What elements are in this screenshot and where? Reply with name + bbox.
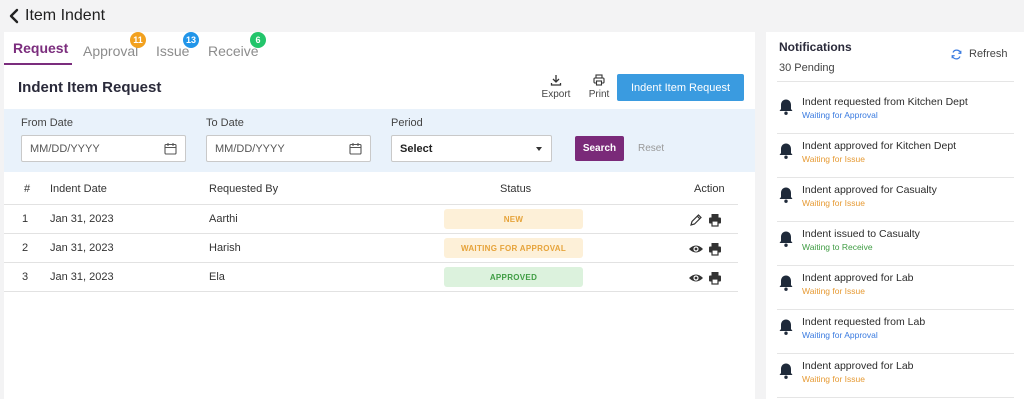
col-status: Status (500, 183, 532, 195)
indent-item-request-button[interactable]: Indent Item Request (617, 74, 744, 101)
notification-item[interactable]: Indent approved for Lab Waiting for Issu… (777, 266, 1014, 310)
print-icon[interactable] (708, 213, 722, 227)
period-value: Select (400, 142, 433, 155)
notification-item[interactable]: Indent approved for Casualty Waiting for… (777, 178, 1014, 222)
notifications-panel: Notifications 30 Pending Refresh Indent … (766, 32, 1024, 399)
refresh-icon (951, 49, 962, 59)
top-bar: Item Indent (0, 0, 1024, 32)
to-date-placeholder: MM/DD/YYYY (215, 142, 285, 155)
status-badge: NEW (444, 209, 583, 229)
notification-status: Waiting for Approval (802, 110, 878, 120)
bell-icon (779, 187, 793, 203)
receive-count-badge: 6 (250, 32, 266, 48)
row-number: 3 (22, 271, 29, 283)
row-indent-date: Jan 31, 2023 (50, 271, 114, 283)
tab-receive[interactable]: Receive (208, 43, 259, 59)
bell-icon (779, 363, 793, 379)
pending-count: 30 Pending (779, 62, 835, 74)
refresh-button[interactable]: Refresh (951, 48, 1008, 60)
from-date-input[interactable]: MM/DD/YYYY (21, 135, 186, 162)
calendar-icon[interactable] (164, 142, 177, 155)
edit-icon[interactable] (689, 213, 703, 227)
refresh-label: Refresh (969, 48, 1008, 60)
print-label: Print (588, 89, 610, 100)
table-header: # Indent Date Requested By Status Action (4, 174, 738, 205)
notification-status: Waiting to Receive (802, 242, 873, 252)
period-select[interactable]: Select (391, 135, 552, 162)
row-indent-date: Jan 31, 2023 (50, 242, 114, 254)
active-tab-indicator (4, 63, 72, 65)
print-icon[interactable] (708, 242, 722, 256)
notification-text: Indent approved for Kitchen Dept (802, 140, 957, 152)
bell-icon (779, 231, 793, 247)
tab-approval[interactable]: Approval (83, 43, 138, 59)
notification-text: Indent approved for Lab (802, 360, 914, 372)
calendar-icon[interactable] (349, 142, 362, 155)
notification-status: Waiting for Issue (802, 198, 865, 208)
from-date-label: From Date (21, 117, 73, 129)
status-badge: WAITING FOR APPROVAL (444, 238, 583, 258)
table-row[interactable]: 1 Jan 31, 2023 Aarthi NEW (4, 205, 738, 234)
search-button[interactable]: Search (575, 136, 624, 161)
notification-text: Indent issued to Casualty (802, 228, 920, 240)
row-requested-by: Harish (209, 242, 241, 254)
notification-item[interactable]: Indent requested from Kitchen Dept Waiti… (777, 90, 1014, 134)
bell-icon (779, 143, 793, 159)
chevron-down-icon (536, 147, 542, 151)
divider (777, 81, 1014, 82)
col-action: Action (694, 183, 725, 195)
view-icon[interactable] (688, 242, 704, 256)
bell-icon (779, 99, 793, 115)
notification-status: Waiting for Issue (802, 286, 865, 296)
notification-text: Indent requested from Kitchen Dept (802, 96, 968, 108)
table-row[interactable]: 3 Jan 31, 2023 Ela APPROVED (4, 263, 738, 292)
tab-bar: Request Approval 11 Issue 13 Receive 6 (4, 32, 755, 66)
print-button[interactable]: Print (581, 74, 617, 100)
export-label: Export (541, 89, 571, 100)
notification-status: Waiting for Issue (802, 154, 865, 164)
filter-bar: From Date MM/DD/YYYY To Date MM/DD/YYYY … (4, 109, 755, 172)
notifications-title: Notifications (779, 40, 852, 54)
col-requested-by: Requested By (209, 183, 279, 195)
to-date-input[interactable]: MM/DD/YYYY (206, 135, 371, 162)
row-indent-date: Jan 31, 2023 (50, 213, 114, 225)
notification-status: Waiting for Issue (802, 374, 865, 384)
issue-count-badge: 13 (183, 32, 199, 48)
view-icon[interactable] (688, 271, 704, 285)
approval-count-badge: 11 (130, 32, 146, 48)
notification-item[interactable]: Indent approved for Lab Waiting for Issu… (777, 354, 1014, 398)
section-title: Indent Item Request (18, 79, 162, 96)
notification-item[interactable]: Indent issued to Casualty Waiting to Rec… (777, 222, 1014, 266)
indent-table: # Indent Date Requested By Status Action… (4, 174, 738, 292)
page-title: Item Indent (25, 7, 106, 24)
download-icon (550, 75, 562, 86)
export-button[interactable]: Export (538, 74, 574, 100)
printer-icon (593, 74, 605, 86)
notification-item[interactable]: Indent requested from Lab Waiting for Ap… (777, 310, 1014, 354)
bell-icon (779, 275, 793, 291)
period-label: Period (391, 117, 423, 129)
reset-button[interactable]: Reset (638, 143, 664, 154)
notification-status: Waiting for Approval (802, 330, 878, 340)
chevron-left-icon[interactable] (6, 6, 22, 26)
row-requested-by: Aarthi (209, 213, 238, 225)
status-badge: APPROVED (444, 267, 583, 287)
notification-text: Indent requested from Lab (802, 316, 926, 328)
row-requested-by: Ela (209, 271, 225, 283)
tab-request[interactable]: Request (13, 40, 68, 56)
col-number: # (24, 183, 31, 195)
from-date-placeholder: MM/DD/YYYY (30, 142, 100, 155)
row-number: 1 (22, 213, 29, 225)
notification-text: Indent approved for Casualty (802, 184, 937, 196)
bell-icon (779, 319, 793, 335)
notification-text: Indent approved for Lab (802, 272, 914, 284)
notification-item[interactable]: Indent approved for Kitchen Dept Waiting… (777, 134, 1014, 178)
col-indent-date: Indent Date (50, 183, 107, 195)
table-row[interactable]: 2 Jan 31, 2023 Harish WAITING FOR APPROV… (4, 234, 738, 263)
row-number: 2 (22, 242, 29, 254)
print-icon[interactable] (708, 271, 722, 285)
to-date-label: To Date (206, 117, 244, 129)
